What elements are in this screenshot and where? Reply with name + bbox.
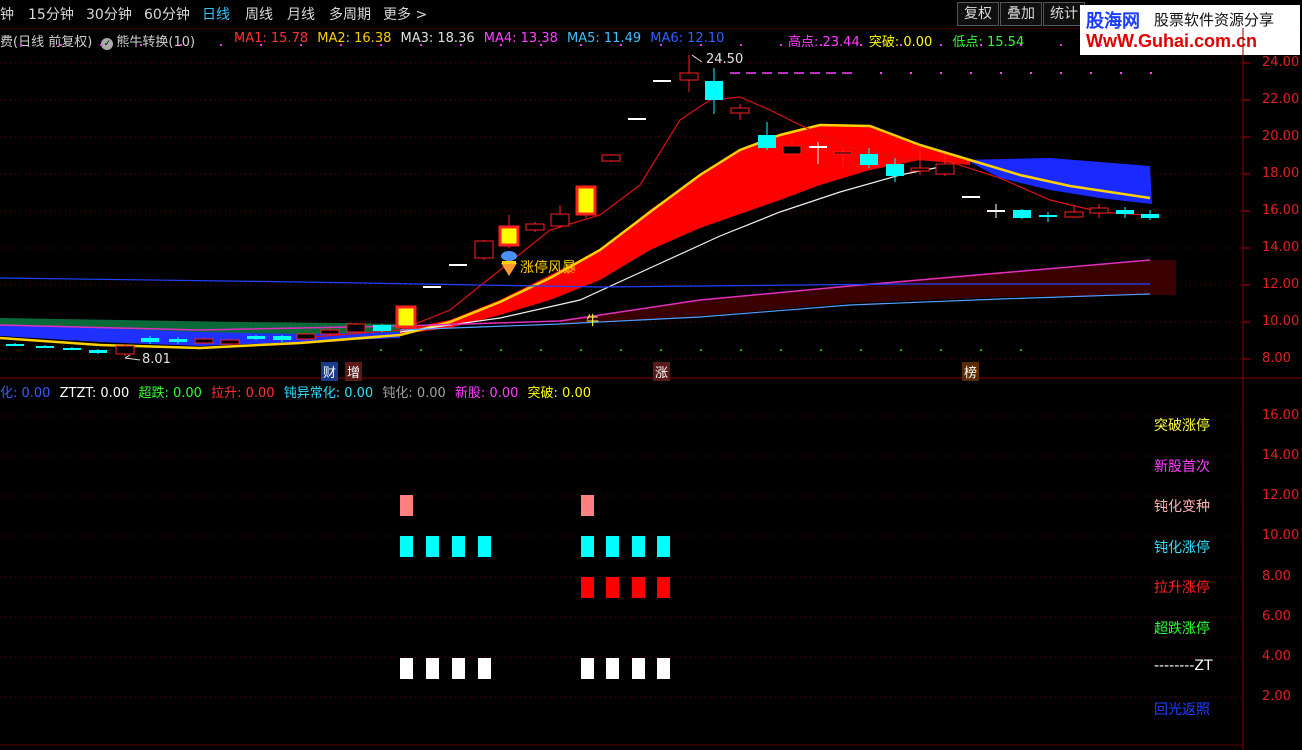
candle-body — [296, 333, 316, 340]
candle-body — [474, 240, 494, 259]
candlesticks — [6, 55, 1159, 356]
sub-axis-tick: 8.00 — [1262, 569, 1291, 584]
support-dots — [380, 349, 1022, 351]
candle-body — [1013, 210, 1031, 218]
high-arrow-icon — [691, 54, 703, 63]
candle-body — [705, 81, 723, 100]
candle-body — [36, 346, 54, 348]
candle-body — [373, 325, 391, 331]
badge-finance[interactable]: 财 — [321, 362, 339, 381]
axis-tick: 16.00 — [1262, 203, 1300, 218]
axis-tick: 24.00 — [1262, 55, 1300, 70]
candle-body — [525, 223, 545, 231]
candle-body — [935, 163, 955, 175]
candle-body — [395, 305, 417, 329]
candle-body — [449, 264, 467, 266]
axis-tick: 14.00 — [1262, 240, 1300, 255]
axis-tick: 10.00 — [1262, 314, 1300, 329]
sub-axis-tick: 4.00 — [1262, 649, 1291, 664]
badge-ranking[interactable]: 榜 — [962, 362, 980, 381]
candle-body — [860, 154, 878, 165]
signal-blunt-limit: 钝化涨停 — [1154, 540, 1210, 556]
candle-body — [575, 185, 597, 216]
sub-axis-tick: 16.00 — [1262, 408, 1300, 423]
candle-body — [809, 146, 827, 148]
axis-tick: 20.00 — [1262, 129, 1300, 144]
candle-body — [833, 151, 853, 155]
candle-body — [910, 167, 930, 172]
candle-body — [141, 338, 159, 342]
signal-text: 涨停风暴 — [520, 260, 576, 276]
candle-body — [194, 338, 214, 344]
candle-body — [423, 286, 441, 288]
candle-body — [730, 107, 750, 114]
badge-increase[interactable]: 增 — [345, 362, 363, 381]
candle-body — [63, 348, 81, 350]
sub-axis-tick: 12.00 — [1262, 488, 1300, 503]
signal-new-stock: 新股首次 — [1154, 459, 1210, 475]
signal-breakout-limit: 突破涨停 — [1154, 418, 1210, 434]
candle-body — [550, 213, 570, 227]
candle-body — [628, 118, 646, 120]
axis-tick: 22.00 — [1262, 92, 1300, 107]
candle-body — [782, 145, 802, 155]
candle-body — [89, 350, 107, 353]
candle-body — [758, 135, 776, 148]
candle-body — [6, 344, 24, 346]
axis-tick: 18.00 — [1262, 166, 1300, 181]
main-axis-ticks — [1243, 62, 1250, 360]
candle-body — [886, 164, 904, 176]
signal-oversold-limit: 超跌涨停 — [1154, 621, 1210, 637]
sub-axis-tick: 14.00 — [1262, 448, 1300, 463]
signal-pullup-limit: 拉升涨停 — [1154, 580, 1210, 596]
candle-body — [115, 345, 135, 355]
candle-body — [247, 336, 265, 339]
low-price-label: 8.01 — [142, 352, 171, 367]
candle-body — [1039, 215, 1057, 217]
maroon-cloud — [560, 260, 1176, 324]
high-dash-line — [730, 72, 1152, 74]
ma2-line — [0, 123, 1151, 350]
kline-chart[interactable] — [0, 0, 1302, 750]
candle-body — [679, 72, 699, 81]
axis-tick: 12.00 — [1262, 277, 1300, 292]
resistance-dots — [20, 44, 1142, 46]
sub-axis-tick: 2.00 — [1262, 689, 1291, 704]
candle-body — [962, 196, 980, 198]
candle-body — [1116, 210, 1134, 214]
signal-zt: --------ZT — [1154, 658, 1213, 674]
signal-blunt-variant: 钝化变种 — [1154, 499, 1210, 515]
sub-grid — [0, 415, 1243, 698]
candle-body — [653, 80, 671, 82]
candle-body — [601, 154, 621, 162]
sub-axis-tick: 6.00 — [1262, 609, 1291, 624]
candle-body — [220, 339, 240, 345]
candle-body — [273, 336, 291, 340]
low-arrow-icon — [124, 354, 141, 361]
sub-axis-tick: 10.00 — [1262, 528, 1300, 543]
candle-body — [320, 329, 340, 335]
axis-tick: 8.00 — [1262, 351, 1291, 366]
badge-limit-up[interactable]: 涨 — [653, 362, 671, 381]
candle-body — [498, 225, 520, 247]
candle-body — [346, 323, 366, 333]
candle-body — [1064, 211, 1084, 218]
candle-body — [1141, 214, 1159, 218]
diamond-signal-icon — [501, 251, 517, 276]
bull-mark: 牛 — [586, 314, 600, 329]
high-price-label: 24.50 — [706, 52, 744, 67]
candle-body — [1089, 207, 1109, 214]
signal-last-gleam: 回光返照 — [1154, 702, 1210, 718]
candle-body — [987, 210, 1005, 212]
candle-body — [169, 339, 187, 342]
sub-signal-blocks — [400, 495, 670, 679]
